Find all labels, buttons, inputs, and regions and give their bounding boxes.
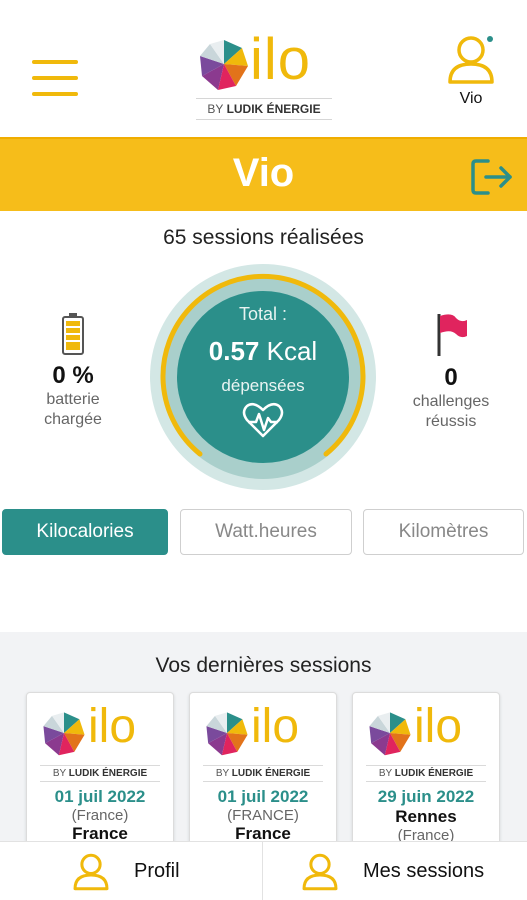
pinwheel-icon [43,712,85,756]
pinwheel-icon [369,712,411,756]
sessions-count: 65 sessions réalisées [163,226,364,249]
profile-button[interactable]: Vio [440,34,502,116]
battery-label-2: chargée [44,411,102,428]
session-date: 29 juin 2022 [377,787,475,806]
logo-wordmark: ilo [88,700,137,753]
gauge-value: 0.57 [208,336,260,366]
tab-watt-heures[interactable]: Watt.heures [180,509,352,555]
session-date: 01 juil 2022 [54,787,146,806]
logo-byline: BY LUDIK ÉNERGIE [366,765,486,782]
battery-value: 0 % [52,362,94,389]
challenges-label-2: réussis [425,413,477,430]
session-country: (France) [71,807,129,824]
nav-profil-label: Profil [134,860,180,882]
bottom-navigation: Profil Mes sessions [0,841,527,900]
logo-wordmark: ilo [414,700,463,753]
ilo-logo: ilo BY LUDIK ÉNERGIE [366,700,486,785]
logo-wordmark: ilo [251,700,300,753]
challenges-value: 0 [444,364,458,391]
tab-kilocalories[interactable]: Kilocalories [2,509,168,555]
nav-profil[interactable]: Profil [0,842,262,900]
logo-brand-text: LUDIK ÉNERGIE [226,102,321,116]
battery-icon [62,313,84,355]
logo-byline: BY LUDIK ÉNERGIE [40,765,160,782]
session-city: Rennes [395,807,457,826]
session-card[interactable]: ilo BY LUDIK ÉNERGIE 29 juin 2022 Rennes… [352,692,500,862]
session-country: (FRANCE) [227,807,299,824]
screen: ilo BY LUDIK ÉNERGIE Vio Vio 65 sessions… [0,0,527,900]
logo-by-text: BY [52,768,67,779]
logo-by-text: BY [215,768,230,779]
logo-wordmark: ilo [250,27,312,92]
session-date: 01 juil 2022 [217,787,309,806]
heart-rate-icon [242,402,284,438]
logout-icon [471,159,512,195]
ilo-logo: ilo BY LUDIK ÉNERGIE [196,27,332,124]
nav-mes-sessions[interactable]: Mes sessions [262,842,527,900]
challenges-label-1: challenges [412,393,490,410]
tab-kilometres[interactable]: Kilomètres [363,509,524,555]
user-banner: Vio [0,137,527,211]
user-icon [448,36,494,84]
logout-button[interactable] [470,157,514,197]
battery-label-1: batterie [46,391,100,408]
banner-title: Vio [232,151,295,195]
app-header: ilo BY LUDIK ÉNERGIE Vio [0,0,527,137]
pinwheel-icon [206,712,248,756]
challenges-stat: 0 challenges réussis [398,312,504,432]
session-card[interactable]: ilo BY LUDIK ÉNERGIE 01 juil 2022 (Franc… [26,692,174,862]
logo-byline: BY LUDIK ÉNERGIE [203,765,323,782]
pinwheel-icon [200,40,248,90]
recent-sessions-title: Vos dernières sessions [155,654,372,677]
ilo-logo: ilo BY LUDIK ÉNERGIE [203,700,323,785]
battery-stat: 0 % batterie chargée [20,312,126,430]
session-card[interactable]: ilo BY LUDIK ÉNERGIE 01 juil 2022 (FRANC… [189,692,337,862]
logo-brand-text: LUDIK ÉNERGIE [394,768,474,779]
user-icon [302,853,338,891]
gauge-value-line: 0.57 Kcal [148,336,378,367]
hamburger-menu-icon[interactable] [32,60,78,96]
logo-brand-text: LUDIK ÉNERGIE [231,768,311,779]
gauge-text: Total : 0.57 Kcal dépensées [148,262,378,492]
gauge-label: Total : [238,304,288,324]
flag-icon [437,314,467,356]
user-icon [73,853,109,891]
profile-name: Vio [459,90,483,107]
logo-by-text: BY [378,768,393,779]
gauge-suffix: dépensées [221,376,305,395]
ilo-logo: ilo BY LUDIK ÉNERGIE [40,700,160,785]
logo-by-text: BY [207,102,224,116]
gauge-unit: Kcal [266,336,318,366]
nav-mes-sessions-label: Mes sessions [363,860,485,882]
logo-byline: BY LUDIK ÉNERGIE [196,98,332,120]
logo-brand-text: LUDIK ÉNERGIE [68,768,148,779]
